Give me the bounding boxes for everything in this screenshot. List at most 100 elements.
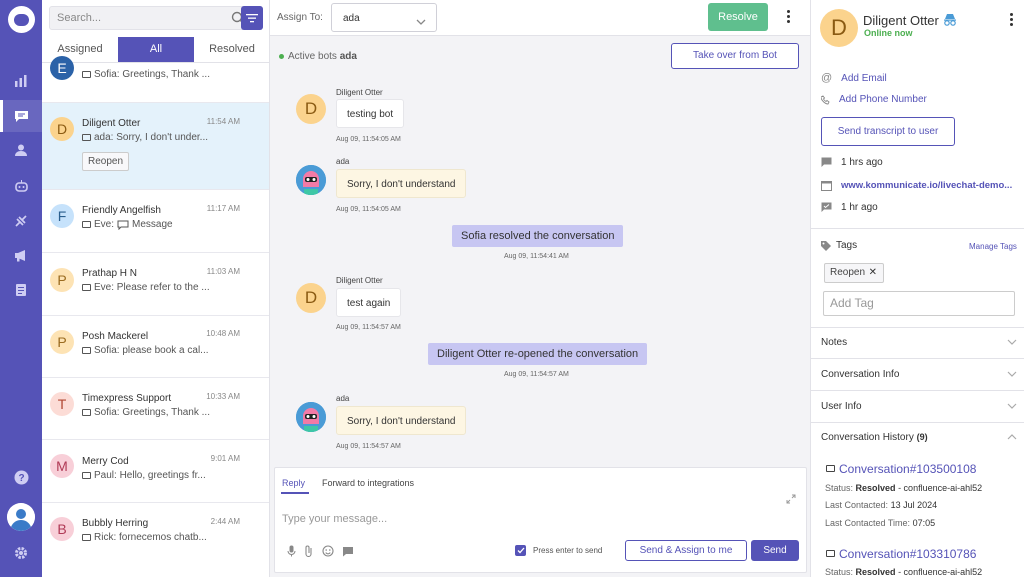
list-item[interactable]: B Bubbly Herring 2:44 AM Rick: fornecemo…	[42, 503, 269, 577]
message-time: Aug 09, 11:54:41 AM	[504, 253, 569, 260]
logo-icon[interactable]	[8, 6, 35, 33]
list-item-preview: Sofia: please book a cal...	[82, 345, 214, 356]
page-url-link[interactable]: www.kommunicate.io/livechat-demo...	[841, 180, 1012, 191]
list-item-name: Posh Mackerel	[82, 331, 149, 342]
microphone-icon[interactable]	[287, 544, 296, 562]
list-item[interactable]: D Diligent Otter 11:54 AM ada: Sorry, I …	[42, 103, 269, 190]
list-item[interactable]: T Timexpress Support 10:33 AM Sofia: Gre…	[42, 378, 269, 440]
user-avatar[interactable]	[7, 503, 35, 531]
expand-icon[interactable]	[786, 491, 796, 509]
list-item-name: Diligent Otter	[82, 118, 141, 129]
list-item-time: 2:44 AM	[210, 517, 240, 526]
tab-resolved[interactable]: Resolved	[194, 37, 269, 62]
avatar: D	[296, 94, 326, 124]
send-transcript-button[interactable]: Send transcript to user	[821, 117, 955, 146]
section-conversation-history[interactable]: Conversation History (9)	[821, 432, 928, 443]
message-input[interactable]: Type your message...	[282, 513, 387, 525]
tab-forward-integrations[interactable]: Forward to integrations	[322, 478, 414, 488]
close-icon[interactable]: ✕	[869, 264, 877, 282]
list-item-time: 10:33 AM	[206, 392, 240, 401]
message-sender: ada	[336, 157, 350, 166]
articles-icon[interactable]	[0, 274, 42, 306]
tab-reply[interactable]: Reply	[282, 478, 305, 488]
avatar: B	[50, 517, 74, 541]
divider	[811, 390, 1024, 391]
list-item[interactable]: E Sofia: Greetings, Thank ...	[42, 56, 269, 103]
message-bubble: testing bot	[336, 99, 405, 128]
chevron-down-icon[interactable]	[1007, 403, 1017, 410]
tab-all[interactable]: All	[118, 37, 194, 62]
add-tag-input[interactable]: Add Tag	[823, 291, 1015, 316]
send-assign-button[interactable]: Send & Assign to me	[625, 540, 747, 561]
message-icon	[117, 220, 129, 230]
assign-to-select[interactable]: ada	[331, 3, 437, 32]
list-item-name: Prathap H N	[82, 268, 138, 279]
quick-reply-icon[interactable]	[342, 544, 354, 562]
emoji-icon[interactable]	[322, 544, 334, 562]
take-over-button[interactable]: Take over from Bot	[671, 43, 799, 69]
monitor-icon	[82, 472, 91, 479]
settings-icon[interactable]	[0, 537, 42, 569]
search-input[interactable]: Search...	[57, 12, 101, 24]
chevron-down-icon[interactable]	[1007, 371, 1017, 378]
message-bubble: test again	[336, 288, 402, 317]
add-email-link[interactable]: Add Email	[841, 73, 887, 84]
add-phone-row[interactable]: Add Phone Number	[821, 94, 927, 105]
history-item-link[interactable]: Conversation#103310786	[839, 547, 976, 561]
resolve-button[interactable]: Resolve	[708, 3, 768, 31]
monitor-icon	[82, 221, 91, 228]
section-notes[interactable]: Notes	[821, 337, 847, 348]
list-item-preview: Rick: fornecemos chatb...	[82, 532, 214, 543]
section-conversation-info[interactable]: Conversation Info	[821, 369, 899, 380]
help-icon[interactable]: ?	[0, 461, 42, 493]
chat-bubble-icon	[821, 157, 832, 167]
attachment-icon[interactable]	[304, 544, 314, 562]
more-options-icon[interactable]	[1010, 13, 1013, 26]
message-sender: Diligent Otter	[336, 88, 383, 97]
search-box[interactable]: Search...	[49, 6, 263, 30]
message-time: Aug 09, 11:54:05 AM	[336, 136, 401, 143]
filter-icon[interactable]	[241, 6, 263, 30]
system-message: Diligent Otter re-opened the conversatio…	[428, 343, 648, 365]
reopen-button[interactable]: Reopen	[82, 152, 129, 171]
section-user-info[interactable]: User Info	[821, 401, 862, 412]
integrations-icon[interactable]	[0, 205, 42, 237]
reports-icon[interactable]	[0, 65, 42, 97]
contacts-icon[interactable]	[0, 134, 42, 166]
message-bubble: Sorry, I don't understand	[336, 406, 467, 435]
add-email-row[interactable]: @ Add Email	[821, 72, 887, 84]
assign-to-value: ada	[343, 13, 360, 24]
press-enter-checkbox[interactable]	[515, 545, 526, 556]
monitor-icon	[82, 347, 91, 354]
message-time: Aug 09, 11:54:57 AM	[336, 443, 401, 450]
history-item-link[interactable]: Conversation#103500108	[839, 462, 976, 476]
history-last-contacted: Last Contacted: 13 Jul 2024	[825, 500, 938, 510]
send-button[interactable]: Send	[751, 540, 799, 561]
list-item[interactable]: P Posh Mackerel 10:48 AM Sofia: please b…	[42, 316, 269, 378]
monitor-icon	[82, 534, 91, 541]
avatar: M	[50, 454, 74, 478]
list-item-time: 11:54 AM	[206, 117, 240, 126]
avatar: T	[50, 392, 74, 416]
bot-icon[interactable]	[0, 170, 42, 202]
list-item[interactable]: M Merry Cod 9:01 AM Paul: Hello, greetin…	[42, 440, 269, 503]
conversation-list: Search... Assigned All Resolved E Sofia:…	[42, 0, 270, 577]
chat-area: Assign To: ada Resolve Active bots ada T…	[270, 0, 810, 577]
conversations-icon[interactable]	[0, 100, 42, 132]
list-item-name: Bubbly Herring	[82, 518, 149, 529]
list-item[interactable]: P Prathap H N 11:03 AM Eve: Please refer…	[42, 253, 269, 316]
avatar: D	[820, 9, 858, 47]
avatar: F	[50, 204, 74, 228]
monitor-icon	[82, 134, 91, 141]
message-sender: ada	[336, 394, 350, 403]
chevron-up-icon[interactable]	[1007, 433, 1017, 440]
more-options-icon[interactable]	[787, 10, 791, 23]
chevron-down-icon[interactable]	[1007, 339, 1017, 346]
add-phone-link[interactable]: Add Phone Number	[839, 94, 927, 105]
campaigns-icon[interactable]	[0, 239, 42, 271]
list-item[interactable]: F Friendly Angelfish 11:17 AM Eve: Messa…	[42, 190, 269, 253]
last-seen-row: 1 hrs ago	[821, 157, 883, 168]
online-dot	[279, 54, 284, 59]
divider	[811, 358, 1024, 359]
manage-tags-link[interactable]: Manage Tags	[969, 242, 1017, 251]
